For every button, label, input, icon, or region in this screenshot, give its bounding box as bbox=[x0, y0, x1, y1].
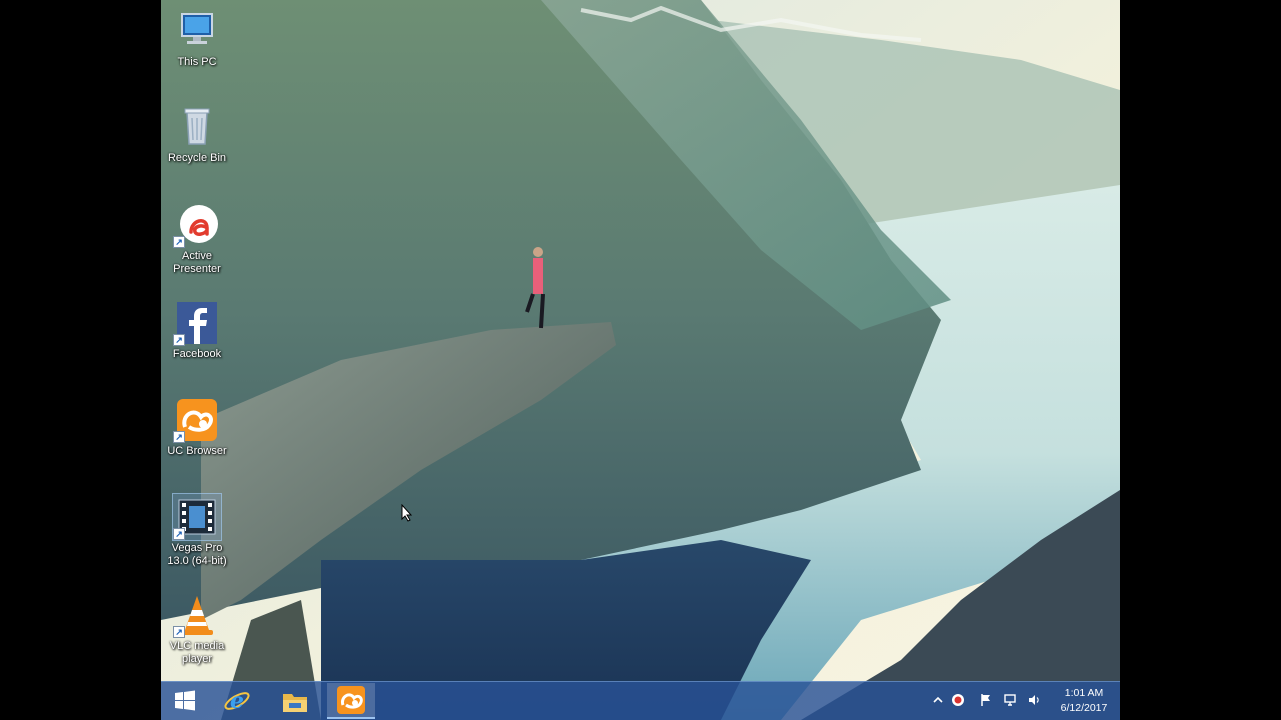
active-presenter-label: Active Presenter bbox=[173, 250, 221, 275]
desktop-screen: This PC Recycle Bin ↗ Active Presenter ↗… bbox=[161, 0, 1120, 720]
desktop-icon-vegas-pro[interactable]: ↗ Vegas Pro 13.0 (64-bit) bbox=[165, 493, 229, 568]
activepresenter-icon: ↗ bbox=[173, 202, 221, 248]
uc-browser-label: UC Browser bbox=[167, 445, 227, 457]
desktop-icon-this-pc[interactable]: This PC bbox=[165, 8, 229, 69]
facebook-label: Facebook bbox=[172, 348, 222, 360]
windows-start-icon bbox=[175, 690, 195, 711]
file-explorer-icon bbox=[283, 694, 307, 712]
chevron-up-icon[interactable] bbox=[931, 693, 945, 707]
network-icon[interactable] bbox=[1003, 693, 1017, 707]
shortcut-arrow-icon: ↗ bbox=[173, 334, 185, 346]
flag-icon[interactable] bbox=[979, 693, 993, 707]
taskbar-file-explorer[interactable] bbox=[271, 683, 319, 719]
this-pc-icon bbox=[173, 8, 221, 54]
taskbar-clock[interactable]: 1:01 AM 6/12/2017 bbox=[1054, 686, 1114, 716]
shortcut-arrow-icon: ↗ bbox=[173, 236, 185, 248]
svg-text:e: e bbox=[230, 688, 244, 714]
clock-date: 6/12/2017 bbox=[1060, 702, 1108, 714]
recycle-bin-label: Recycle Bin bbox=[167, 152, 227, 164]
desktop-icon-recycle-bin[interactable]: Recycle Bin bbox=[165, 104, 229, 165]
taskbar-uc-browser[interactable] bbox=[327, 683, 375, 719]
shortcut-arrow-icon: ↗ bbox=[173, 431, 185, 443]
taskbar-internet-explorer[interactable]: e bbox=[213, 683, 261, 719]
desktop-icon-vlc[interactable]: ↗ VLC media player bbox=[165, 592, 229, 666]
mouse-cursor-icon bbox=[401, 504, 413, 522]
desktop-icon-active-presenter[interactable]: ↗ Active Presenter bbox=[165, 202, 229, 276]
uc-browser-icon: ↗ bbox=[173, 397, 221, 443]
uc-browser-icon bbox=[337, 686, 365, 714]
desktop-wallpaper bbox=[161, 0, 1120, 720]
shortcut-arrow-icon: ↗ bbox=[173, 528, 185, 540]
facebook-icon: ↗ bbox=[173, 300, 221, 346]
recycle-bin-icon bbox=[173, 104, 221, 150]
vegas-pro-label: Vegas Pro 13.0 (64-bit) bbox=[167, 542, 227, 567]
vlc-icon: ↗ bbox=[173, 592, 221, 638]
clock-time: 1:01 AM bbox=[1064, 687, 1104, 699]
volume-icon[interactable] bbox=[1027, 693, 1041, 707]
taskbar: e 1:01 AM 6/12/2017 bbox=[161, 681, 1120, 720]
start-button[interactable] bbox=[161, 683, 209, 719]
desktop-icon-uc-browser[interactable]: ↗ UC Browser bbox=[165, 397, 229, 458]
antivirus-icon[interactable] bbox=[951, 693, 965, 707]
internet-explorer-icon: e bbox=[224, 688, 250, 714]
desktop-icon-facebook[interactable]: ↗ Facebook bbox=[165, 300, 229, 361]
this-pc-label: This PC bbox=[177, 56, 217, 68]
shortcut-arrow-icon: ↗ bbox=[173, 626, 185, 638]
vlc-label: VLC media player bbox=[169, 640, 225, 665]
vegas-pro-icon: ↗ bbox=[172, 493, 222, 541]
